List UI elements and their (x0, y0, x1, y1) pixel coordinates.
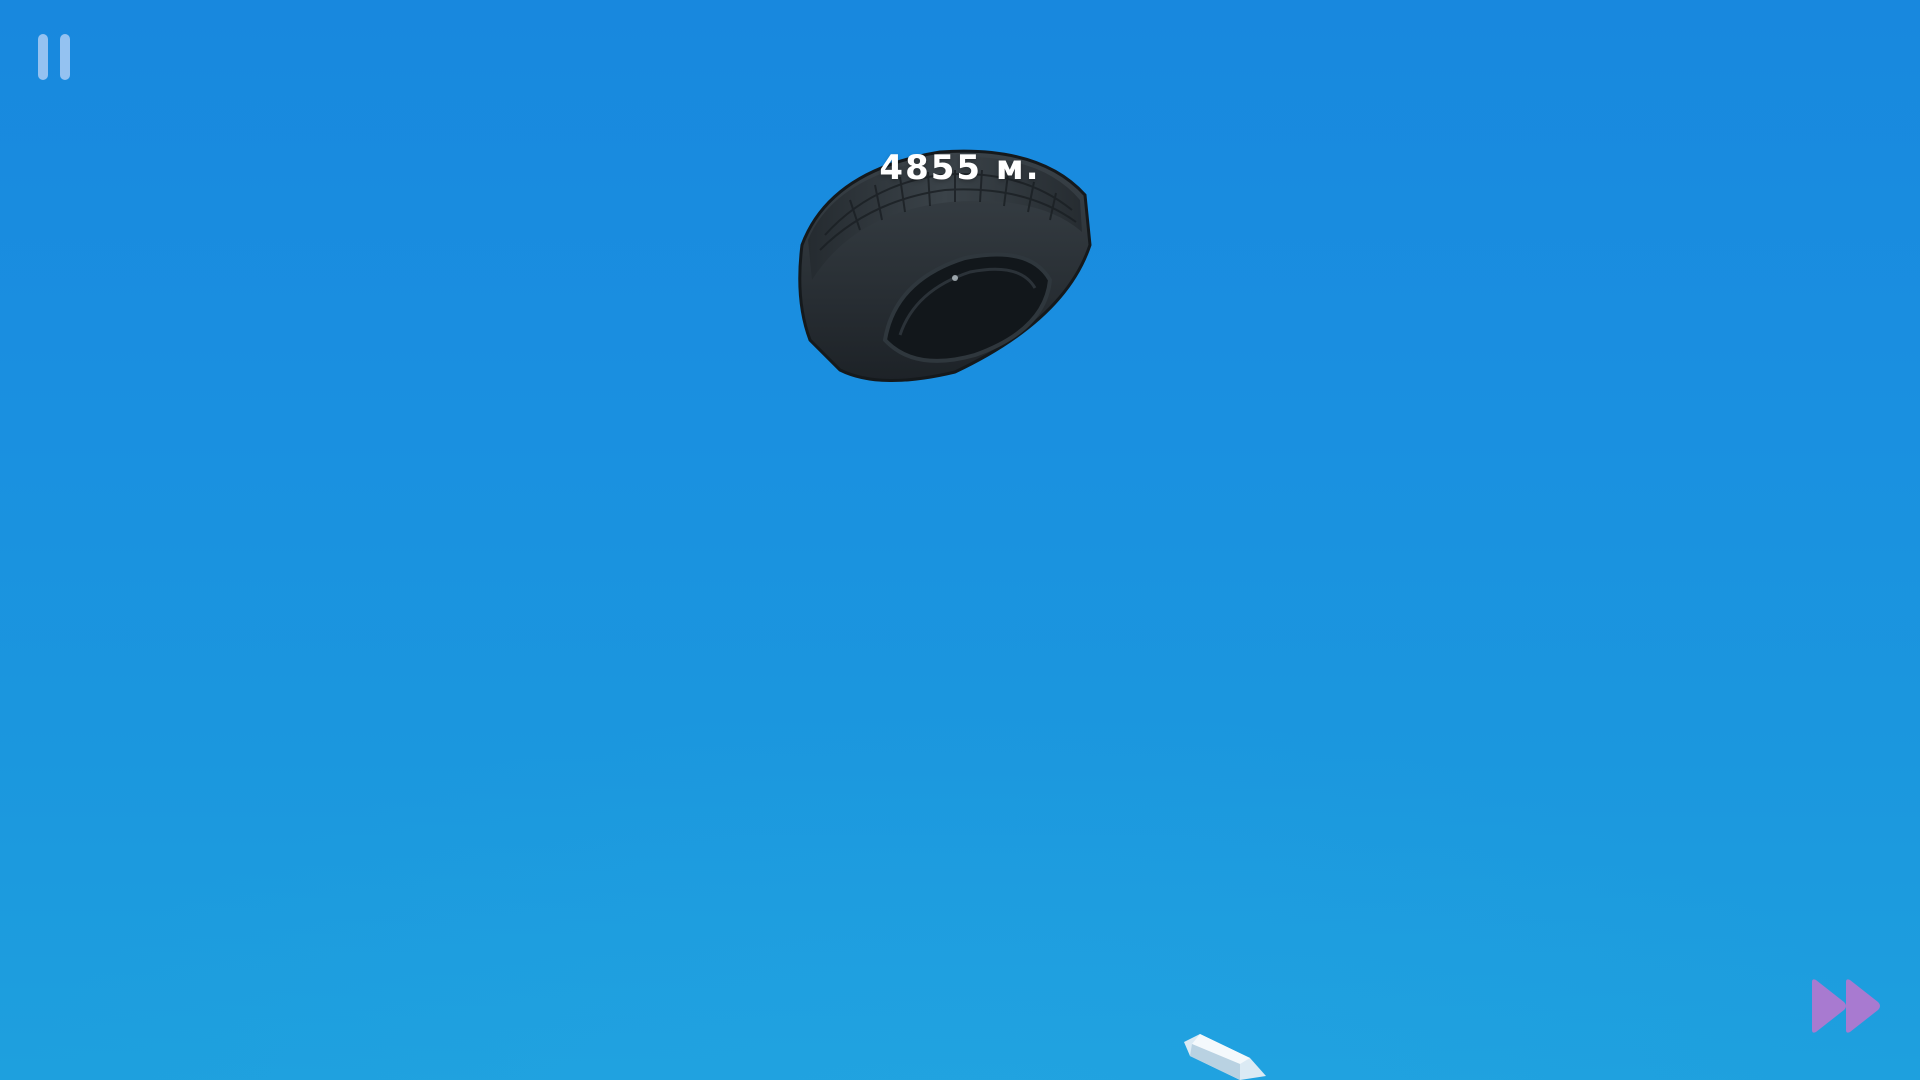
debris-object (1184, 1034, 1266, 1080)
pause-button[interactable] (38, 34, 78, 82)
sky-background: 4855 м. (0, 0, 1920, 1080)
fast-forward-button[interactable] (1808, 976, 1886, 1036)
distance-counter: 4855 м. (879, 148, 1041, 188)
pause-icon-bar-left (38, 34, 48, 80)
pause-icon-bar-right (60, 34, 70, 80)
fast-forward-icon (1812, 979, 1880, 1033)
